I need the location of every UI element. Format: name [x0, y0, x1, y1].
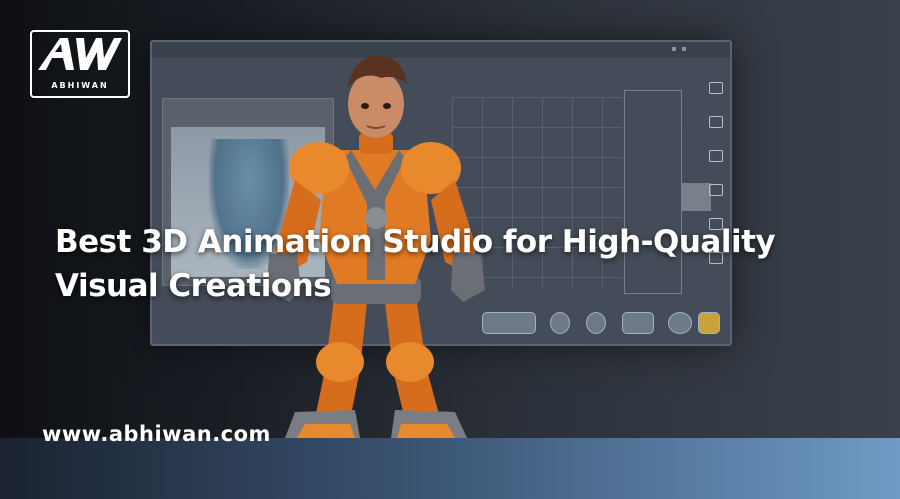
toolbar-chip [668, 312, 692, 334]
toolbar-chip [586, 312, 606, 334]
toolbar-dot [672, 47, 676, 51]
promo-banner: ABHIWAN Best 3D Animation Studio for Hig… [0, 0, 900, 499]
tool-icon [709, 116, 723, 128]
logo-wordmark: ABHIWAN [51, 81, 109, 90]
toolbar-chip [698, 312, 720, 334]
toolbar-chip [550, 312, 570, 334]
website-url[interactable]: www.abhiwan.com [42, 422, 271, 446]
toolbar-chip [622, 312, 654, 334]
tool-icon [709, 82, 723, 94]
brand-logo[interactable]: ABHIWAN [30, 30, 130, 98]
headline: Best 3D Animation Studio for High-Qualit… [55, 224, 776, 304]
tool-icon [709, 184, 723, 196]
toolbar-dot [682, 47, 686, 51]
bottom-toolbar [482, 308, 722, 338]
tool-icon [709, 150, 723, 162]
logo-monogram-icon [38, 38, 122, 70]
color-swatch [681, 183, 711, 211]
